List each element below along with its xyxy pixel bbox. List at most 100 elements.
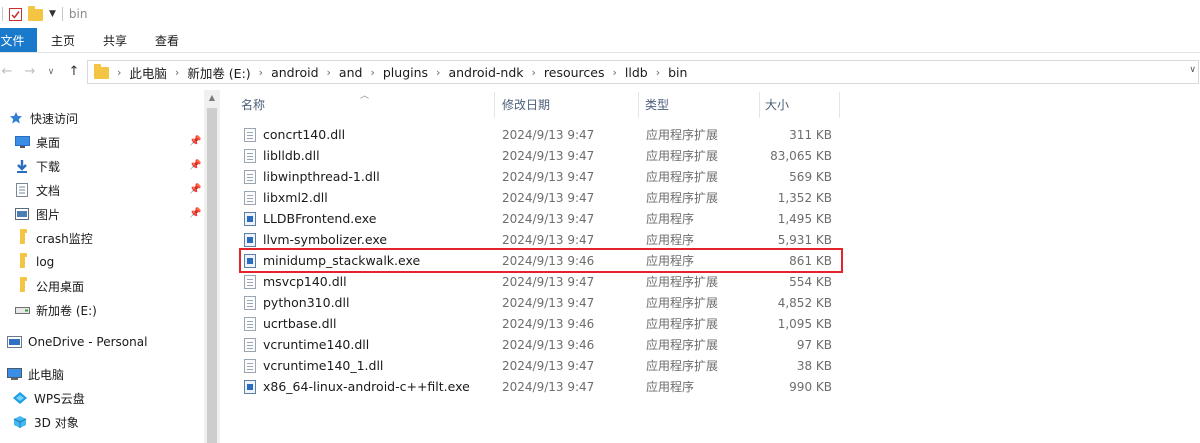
quick-access-toolbar: ▼ — [0, 6, 63, 21]
file-row[interactable]: liblldb.dll 2024/9/13 9:47 应用程序扩展 83,065 KB — [220, 145, 840, 166]
sidebar-item-label: 3D 对象 — [34, 415, 79, 430]
file-row[interactable]: LLDBFrontend.exe 2024/9/13 9:47 应用程序 1,495 … — [220, 208, 840, 229]
file-name-cell[interactable]: msvcp140.dll — [244, 271, 494, 292]
file-name-cell[interactable]: ucrtbase.dll — [244, 313, 494, 334]
breadcrumb-plugins[interactable]: plugins — [383, 65, 428, 80]
navigation-pane: 快速访问 桌面 📌 下载 📌 文档 📌 图片 📌 crash监控 log 公用桌… — [0, 90, 204, 443]
tab-file[interactable]: 文件 — [0, 28, 37, 52]
recent-dropdown-icon[interactable]: ∨ — [40, 67, 62, 77]
sidebar-item-3d-objects[interactable]: 3D 对象 — [12, 410, 79, 434]
sidebar-item-wps-cloud[interactable]: WPS云盘 — [12, 386, 85, 410]
column-divider[interactable] — [638, 92, 639, 118]
sidebar-item-this-pc[interactable]: 此电脑 — [6, 362, 64, 386]
scrollbar-thumb[interactable] — [207, 108, 217, 443]
column-header-size[interactable]: 大小 — [765, 90, 789, 118]
file-type: 应用程序扩展 — [646, 296, 719, 310]
chevron-right-icon[interactable]: › — [612, 66, 616, 79]
up-icon[interactable]: ↑ — [63, 64, 85, 79]
sidebar-item-log[interactable]: log — [14, 250, 54, 274]
sidebar-item-documents[interactable]: 文档 — [14, 178, 60, 202]
chevron-right-icon[interactable]: › — [327, 66, 331, 79]
file-row[interactable]: msvcp140.dll 2024/9/13 9:47 应用程序扩展 554 KB — [220, 271, 840, 292]
chevron-right-icon[interactable]: › — [175, 66, 179, 79]
file-type: 应用程序扩展 — [646, 191, 719, 205]
file-name-cell[interactable]: python310.dll — [244, 292, 494, 313]
scroll-up-icon[interactable]: ▲ — [204, 90, 220, 106]
file-name-cell[interactable]: vcruntime140_1.dll — [244, 355, 494, 376]
column-divider[interactable] — [494, 92, 495, 118]
column-header-type[interactable]: 类型 — [645, 90, 669, 118]
breadcrumb-and[interactable]: and — [339, 65, 363, 80]
file-row[interactable]: python310.dll 2024/9/13 9:47 应用程序扩展 4,852 K… — [220, 292, 840, 313]
chevron-right-icon[interactable]: › — [117, 66, 121, 79]
file-row[interactable]: llvm-symbolizer.exe 2024/9/13 9:47 应用程序 5,9… — [220, 229, 840, 250]
new-folder-icon[interactable] — [28, 6, 43, 21]
customize-dropdown-icon[interactable]: ▼ — [49, 9, 56, 19]
back-icon[interactable]: ← — [0, 64, 18, 79]
column-header-date[interactable]: 修改日期 — [502, 90, 550, 118]
column-divider[interactable] — [759, 92, 760, 118]
sidebar-item-public-desktop[interactable]: 公用桌面 — [14, 274, 84, 298]
dll-file-icon — [244, 358, 256, 373]
address-box[interactable]: › 此电脑 › 新加卷 (E:) › android › and › plugi… — [87, 60, 1199, 84]
file-list: ︿ 名称 修改日期 类型 大小 concrt140.dll 2024/9/13 9… — [220, 90, 1200, 443]
file-date: 2024/9/13 9:47 — [502, 211, 595, 226]
computer-icon — [6, 367, 22, 381]
breadcrumb-this-pc[interactable]: 此电脑 — [129, 63, 167, 82]
sidebar-item-pictures[interactable]: 图片 — [14, 202, 60, 226]
sidebar-item-onedrive[interactable]: OneDrive - Personal — [6, 330, 147, 354]
breadcrumb-lldb[interactable]: lldb — [625, 65, 648, 80]
sidebar-item-drive-e[interactable]: 新加卷 (E:) — [14, 298, 97, 322]
file-name-cell[interactable]: liblldb.dll — [244, 145, 494, 166]
dll-file-icon — [244, 274, 256, 289]
chevron-right-icon[interactable]: › — [656, 66, 660, 79]
file-name-cell[interactable]: libxml2.dll — [244, 187, 494, 208]
file-row[interactable]: x86_64-linux-android-c++filt.exe 2024/9/1… — [220, 376, 840, 397]
file-name: x86_64-linux-android-c++filt.exe — [263, 379, 470, 394]
navigation-pane-scrollbar[interactable]: ▲ — [204, 90, 220, 443]
file-name-cell[interactable]: vcruntime140.dll — [244, 334, 494, 355]
file-row[interactable]: libxml2.dll 2024/9/13 9:47 应用程序扩展 1,352 KB — [220, 187, 840, 208]
sidebar-item-crash-monitor[interactable]: crash监控 — [14, 226, 93, 250]
file-row[interactable]: libwinpthread-1.dll 2024/9/13 9:47 应用程序扩展 5… — [220, 166, 840, 187]
file-name-cell[interactable]: llvm-symbolizer.exe — [244, 229, 494, 250]
pin-icon[interactable]: 📌 — [189, 184, 201, 195]
file-name-cell[interactable]: concrt140.dll — [244, 124, 494, 145]
file-name: concrt140.dll — [263, 127, 346, 142]
tab-view[interactable]: 查看 — [141, 28, 193, 52]
breadcrumb-bin[interactable]: bin — [668, 65, 687, 80]
sidebar-item-desktop[interactable]: 桌面 — [14, 130, 60, 154]
pin-icon[interactable]: 📌 — [189, 208, 201, 219]
file-name-cell[interactable]: x86_64-linux-android-c++filt.exe — [244, 376, 494, 397]
executable-file-icon — [244, 379, 256, 394]
forward-icon[interactable]: → — [19, 64, 41, 79]
file-row[interactable]: vcruntime140.dll 2024/9/13 9:46 应用程序扩展 97 K… — [220, 334, 840, 355]
chevron-right-icon[interactable]: › — [259, 66, 263, 79]
chevron-right-icon[interactable]: › — [370, 66, 374, 79]
properties-icon[interactable] — [9, 7, 22, 21]
file-name: msvcp140.dll — [263, 274, 347, 289]
breadcrumb-android-ndk[interactable]: android-ndk — [448, 65, 523, 80]
pin-icon[interactable]: 📌 — [189, 160, 201, 171]
file-row[interactable]: vcruntime140_1.dll 2024/9/13 9:47 应用程序扩展 38… — [220, 355, 840, 376]
sidebar-item-downloads[interactable]: 下载 — [14, 154, 60, 178]
tab-share[interactable]: 共享 — [89, 28, 141, 52]
sidebar-item-label: 下载 — [36, 159, 61, 174]
file-row[interactable]: ucrtbase.dll 2024/9/13 9:46 应用程序扩展 1,095 KB — [220, 313, 840, 334]
breadcrumb-drive-e[interactable]: 新加卷 (E:) — [187, 63, 250, 82]
breadcrumb-android[interactable]: android — [271, 65, 318, 80]
column-header-name[interactable]: 名称 — [241, 90, 265, 118]
breadcrumb-resources[interactable]: resources — [544, 65, 605, 80]
tab-home[interactable]: 主页 — [37, 28, 89, 52]
file-name-cell[interactable]: LLDBFrontend.exe — [244, 208, 494, 229]
chevron-right-icon[interactable]: › — [436, 66, 440, 79]
sort-ascending-icon: ︿ — [360, 91, 370, 101]
column-divider[interactable] — [839, 92, 840, 118]
pin-icon[interactable]: 📌 — [189, 136, 201, 147]
sidebar-item-quick-access[interactable]: 快速访问 — [8, 106, 78, 130]
address-dropdown-icon[interactable]: ∨ — [1189, 65, 1196, 75]
file-name-cell[interactable]: libwinpthread-1.dll — [244, 166, 494, 187]
chevron-right-icon[interactable]: › — [532, 66, 536, 79]
sidebar-item-label: 文档 — [36, 183, 61, 198]
file-row[interactable]: concrt140.dll 2024/9/13 9:47 应用程序扩展 311 KB — [220, 124, 840, 145]
